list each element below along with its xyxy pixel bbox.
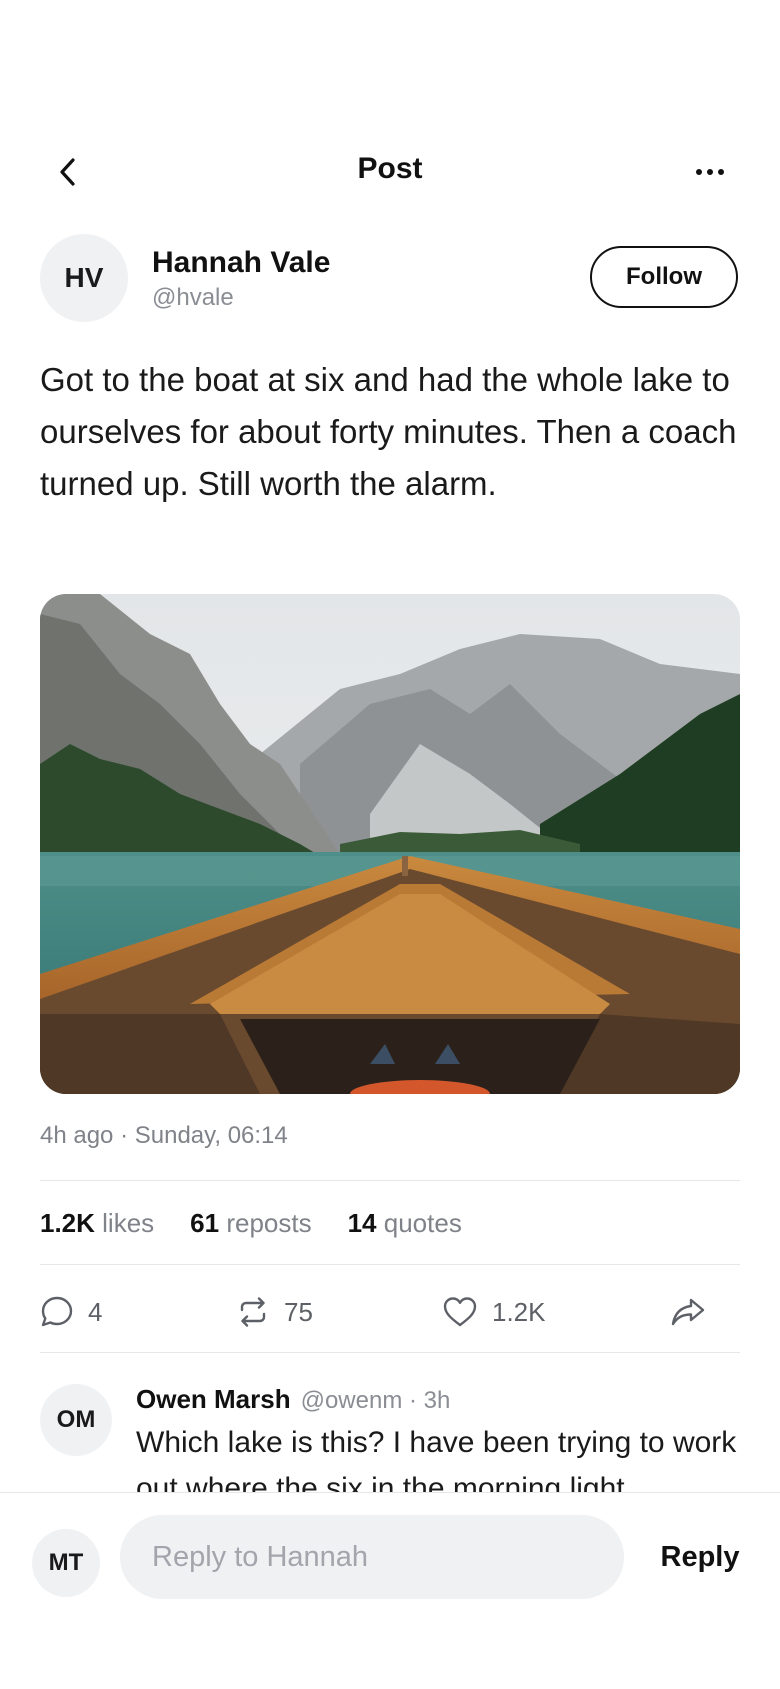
follow-button[interactable]: Follow bbox=[590, 246, 738, 308]
repost-count: 75 bbox=[284, 1296, 313, 1327]
top-bar: Post bbox=[0, 140, 780, 204]
share-button[interactable] bbox=[670, 1290, 706, 1334]
reposts-stat[interactable]: 61 reposts bbox=[190, 1208, 311, 1239]
reposts-count: 61 bbox=[190, 1208, 220, 1238]
repost-button[interactable]: 75 bbox=[236, 1290, 313, 1334]
divider bbox=[40, 1352, 740, 1353]
author-name[interactable]: Hannah Vale bbox=[152, 246, 330, 280]
likes-label: likes bbox=[102, 1208, 155, 1238]
lake-boat-photo bbox=[40, 594, 740, 1094]
current-user-avatar: MT bbox=[32, 1529, 100, 1597]
author-avatar[interactable]: HV bbox=[40, 234, 128, 322]
reply-input[interactable] bbox=[120, 1515, 624, 1599]
comment-count: 4 bbox=[88, 1296, 103, 1327]
divider bbox=[40, 1180, 740, 1181]
heart-icon bbox=[443, 1297, 477, 1327]
repost-icon bbox=[240, 1297, 266, 1327]
quotes-stat[interactable]: 14 quotes bbox=[348, 1208, 462, 1239]
divider bbox=[40, 1264, 740, 1265]
page-title: Post bbox=[357, 152, 423, 185]
action-bar: 4 75 1.2K bbox=[40, 1290, 740, 1334]
commenter-avatar[interactable]: OM bbox=[40, 1384, 112, 1456]
like-count: 1.2K bbox=[492, 1296, 546, 1327]
comment-header: Owen Marsh @owenm · 3h bbox=[136, 1384, 450, 1415]
comment-button[interactable]: 4 bbox=[40, 1290, 102, 1334]
author-handle[interactable]: @hvale bbox=[152, 284, 234, 312]
commenter-name[interactable]: Owen Marsh bbox=[136, 1384, 291, 1414]
comment-icon bbox=[41, 1296, 73, 1327]
reply-bar: MT Reply bbox=[0, 1492, 780, 1689]
post-image[interactable] bbox=[40, 594, 740, 1094]
reposts-label: reposts bbox=[226, 1208, 312, 1238]
post-timestamp: 4h ago · Sunday, 06:14 bbox=[40, 1122, 288, 1149]
likes-stat[interactable]: 1.2K likes bbox=[40, 1208, 154, 1239]
post-text: Got to the boat at six and had the whole… bbox=[40, 361, 737, 502]
comment-meta: @owenm · 3h bbox=[300, 1387, 451, 1414]
engagement-stats: 1.2K likes 61 reposts 14 quotes bbox=[40, 1208, 498, 1239]
share-icon bbox=[671, 1298, 705, 1326]
like-button[interactable]: 1.2K bbox=[442, 1290, 546, 1334]
quotes-count: 14 bbox=[347, 1208, 377, 1238]
comment-text: Which lake is this? I have been trying t… bbox=[136, 1426, 737, 1492]
more-horizontal-icon bbox=[696, 169, 724, 175]
reply-button[interactable]: Reply bbox=[640, 1515, 760, 1599]
likes-count: 1.2K bbox=[40, 1208, 95, 1238]
quotes-label: quotes bbox=[383, 1208, 462, 1238]
more-options-button[interactable] bbox=[688, 150, 732, 194]
